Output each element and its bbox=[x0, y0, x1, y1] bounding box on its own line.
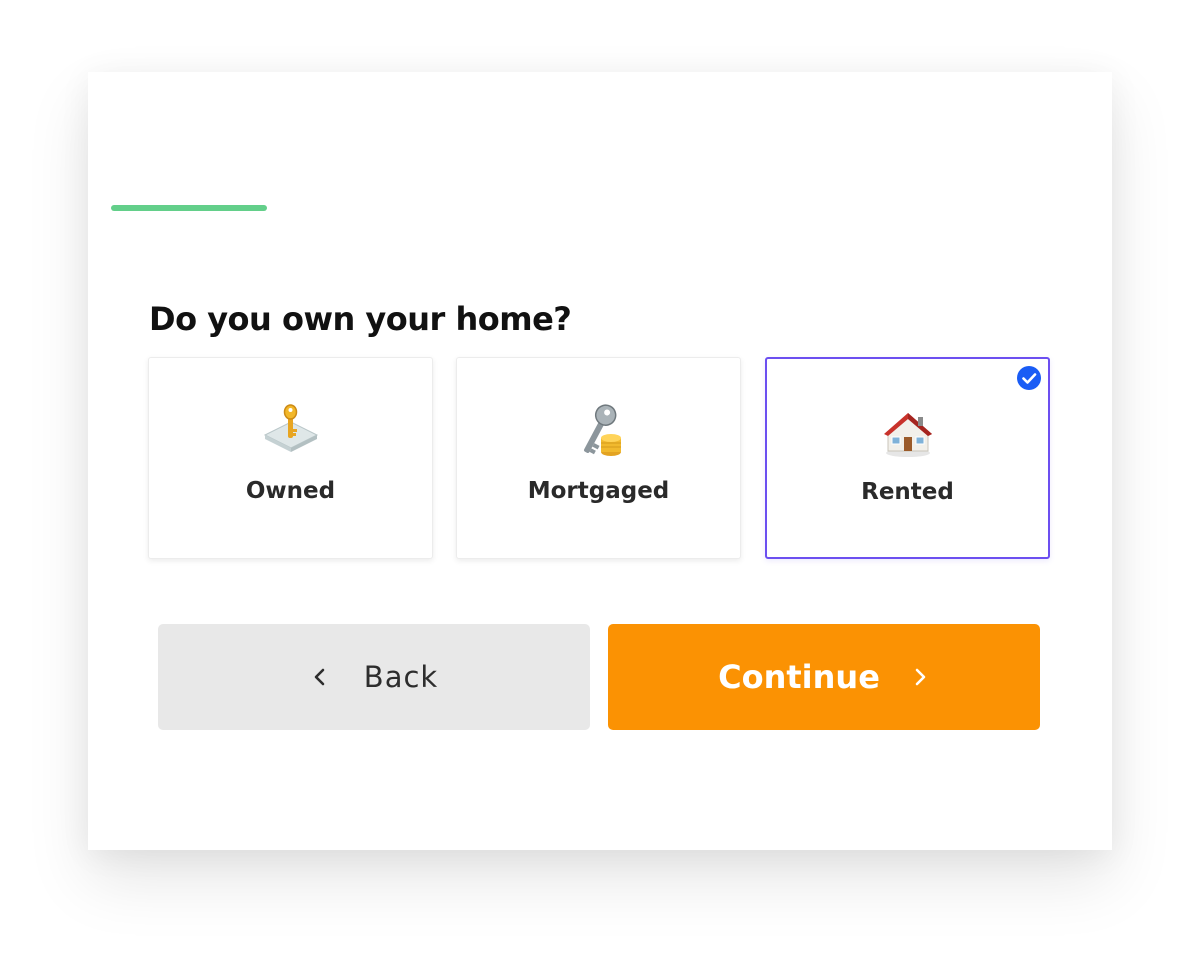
question-title: Do you own your home? bbox=[149, 300, 572, 338]
checkmark-icon bbox=[1017, 366, 1041, 390]
key-coins-icon bbox=[583, 404, 621, 456]
form-card: Do you own your home? Owned Mortgaged Re… bbox=[88, 72, 1112, 850]
page: Do you own your home? Owned Mortgaged Re… bbox=[0, 0, 1200, 960]
option-rented[interactable]: Rented bbox=[765, 357, 1050, 559]
chevron-left-icon bbox=[314, 668, 325, 686]
progress-bar bbox=[111, 205, 267, 211]
house-icon bbox=[883, 413, 932, 457]
continue-button-label: Continue bbox=[718, 658, 880, 696]
key-icon bbox=[263, 404, 318, 452]
option-owned[interactable]: Owned bbox=[148, 357, 433, 559]
continue-button[interactable]: Continue bbox=[608, 624, 1040, 730]
option-mortgaged[interactable]: Mortgaged bbox=[456, 357, 741, 559]
option-label: Mortgaged bbox=[527, 478, 670, 504]
back-button-label: Back bbox=[363, 660, 439, 694]
options-group: Owned Mortgaged Rented bbox=[148, 357, 1050, 559]
back-button[interactable]: Back bbox=[158, 624, 590, 730]
option-label: Owned bbox=[245, 478, 336, 504]
chevron-right-icon bbox=[915, 668, 926, 686]
option-label: Rented bbox=[861, 479, 954, 505]
